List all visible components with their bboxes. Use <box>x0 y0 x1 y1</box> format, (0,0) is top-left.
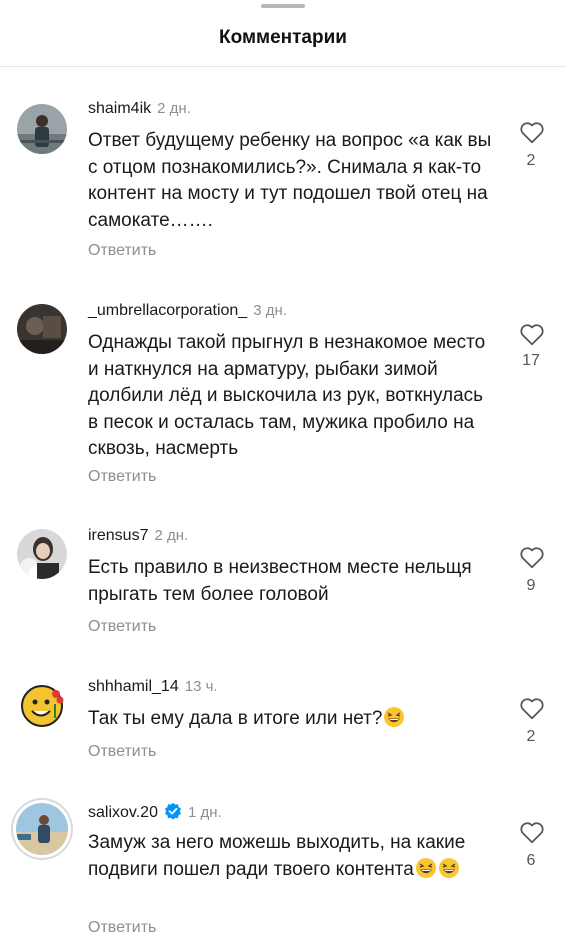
username[interactable]: irensus7 <box>88 527 148 544</box>
header-divider <box>0 66 566 67</box>
comment-time: 13 ч. <box>184 678 218 695</box>
username[interactable]: salixov.20 <box>88 804 158 821</box>
avatar[interactable] <box>17 680 67 730</box>
comment-text-content: Замуж за него можешь выходить, на какие … <box>88 832 466 880</box>
reply-button[interactable]: Ответить <box>88 743 156 761</box>
username[interactable]: _umbrellacorporation_ <box>88 302 247 319</box>
comment-time: 1 дн. <box>187 804 222 821</box>
comment-header: _umbrellacorporation_ 3 дн. <box>88 302 287 320</box>
like-count: 2 <box>526 152 536 169</box>
comment-text: Замуж за него можешь выходить, на какие … <box>88 830 498 883</box>
comment-text: Ответ будущему ребенку на вопрос «а как … <box>88 130 492 231</box>
comment-header: shhhamil_14 13 ч. <box>88 678 218 696</box>
verified-badge-icon <box>164 802 181 820</box>
like-count: 9 <box>526 577 536 594</box>
heart-outline-icon[interactable] <box>519 820 545 844</box>
avatar[interactable] <box>17 529 67 579</box>
drag-handle[interactable] <box>261 4 305 8</box>
comment-time: 2 дн. <box>157 100 191 117</box>
reply-button[interactable]: Ответить <box>88 618 156 636</box>
comment-text: Однажды такой прыгнул в незнакомое место… <box>88 332 486 459</box>
avatar[interactable] <box>17 304 67 354</box>
like-count: 6 <box>526 852 536 869</box>
avatar-story-ring[interactable] <box>11 798 73 860</box>
like-count: 17 <box>522 352 540 369</box>
comment-header: irensus7 2 дн. <box>88 527 188 545</box>
grinning-squinting-face-emoji <box>438 857 459 878</box>
comment-header: salixov.20 1 дн. <box>88 802 222 822</box>
comment-header: shaim4ik 2 дн. <box>88 100 191 118</box>
username[interactable]: shaim4ik <box>88 100 151 117</box>
reply-button[interactable]: Ответить <box>88 242 156 260</box>
reply-button[interactable]: Ответить <box>88 468 156 486</box>
comment-time: 3 дн. <box>253 302 287 319</box>
heart-outline-icon[interactable] <box>519 322 545 346</box>
reply-button[interactable]: Ответить <box>88 919 156 937</box>
comment-text: Так ты ему дала в итоге или нет? <box>88 706 498 733</box>
like-count: 2 <box>526 728 536 745</box>
comments-sheet: Комментарии shaim4ik 2 дн. Ответ будущему… <box>0 0 566 950</box>
comment-text-content: Так ты ему дала в итоге или нет? <box>88 708 383 729</box>
heart-outline-icon[interactable] <box>519 545 545 569</box>
avatar[interactable] <box>17 104 67 154</box>
heart-outline-icon[interactable] <box>519 120 545 144</box>
page-title: Комментарии <box>219 27 347 48</box>
username[interactable]: shhhamil_14 <box>88 678 179 695</box>
grinning-squinting-face-emoji <box>415 857 436 878</box>
heart-outline-icon[interactable] <box>519 696 545 720</box>
comment-time: 2 дн. <box>154 527 189 544</box>
comment-text: Есть правило в неизвестном месте нельщя … <box>88 557 472 605</box>
grinning-squinting-face-emoji <box>384 707 405 727</box>
